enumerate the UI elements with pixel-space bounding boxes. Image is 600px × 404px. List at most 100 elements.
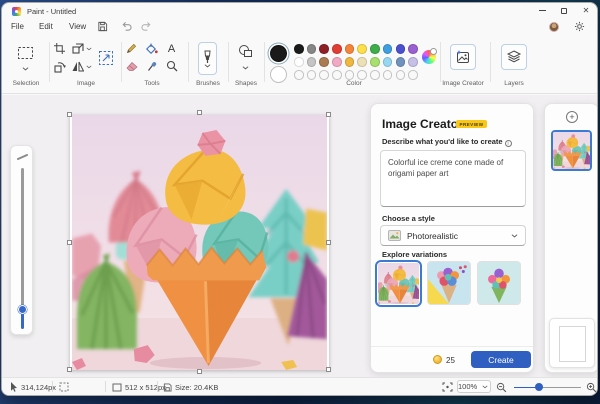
create-button[interactable]: Create [471,351,531,368]
panel-title: Image Creator [382,117,463,131]
text-tool-icon[interactable]: A [166,42,177,54]
empty-color-slot[interactable] [332,70,342,80]
selection-handle-bottom-right[interactable] [326,367,331,372]
variations-label: Explore variations [382,250,447,259]
close-button[interactable]: ✕ [575,3,597,18]
menu-file[interactable]: File [8,21,27,32]
color-swatch[interactable] [408,44,418,54]
maximize-button[interactable] [553,3,575,18]
resize-dropdown-chevron[interactable] [86,47,92,51]
selection-handle-top-right[interactable] [326,112,331,117]
color-swatch[interactable] [332,57,342,67]
eraser-tool-icon[interactable] [126,61,138,71]
layers-button[interactable] [501,44,527,70]
color-swatch[interactable] [345,57,355,67]
empty-color-slot[interactable] [408,70,418,80]
variation-3-image [478,262,520,304]
menu-view[interactable]: View [66,21,89,32]
color-swatch[interactable] [408,57,418,67]
color-swatch[interactable] [294,44,304,54]
variation-thumbnail-2[interactable] [427,261,471,305]
zoom-in-icon[interactable] [586,382,597,393]
edit-colors-wheel-icon[interactable] [422,50,436,64]
color-swatch[interactable] [396,44,406,54]
zoom-level-dropdown[interactable]: 100% [457,380,491,393]
selection-handle-top-center[interactable] [197,110,202,115]
flip-dropdown-chevron[interactable] [86,65,92,69]
selection-handle-mid-left[interactable] [67,240,72,245]
cursor-position-item: 314,124px [10,378,56,396]
size-slider-track[interactable] [21,168,24,311]
style-dropdown-chevron [511,234,518,238]
crop-icon[interactable] [54,43,65,54]
cursor-icon [10,382,18,392]
selection-handle-bottom-center[interactable] [197,369,202,374]
style-dropdown[interactable]: Photorealistic [380,225,526,246]
menubar: File Edit View [2,19,597,34]
undo-icon[interactable] [121,21,132,32]
canvas-image[interactable] [70,115,329,370]
palette-row-1 [294,44,418,54]
background-color-swatch[interactable] [270,66,287,83]
brushes-button[interactable] [198,42,217,75]
zoom-out-icon[interactable] [496,382,507,393]
desktop: Paint - Untitled ✕ File Edit View [0,0,600,404]
empty-color-slot[interactable] [357,70,367,80]
shapes-dropdown-chevron[interactable] [242,66,249,70]
fit-to-window-icon[interactable] [442,382,453,392]
prompt-input[interactable]: Colorful ice creme cone made of origami … [380,150,526,207]
selection-size-icon [59,382,69,392]
color-swatch[interactable] [332,44,342,54]
info-icon[interactable]: i [505,140,512,147]
flip-icon[interactable] [72,61,84,72]
color-swatch[interactable] [357,57,367,67]
selection-handle-mid-right[interactable] [326,240,331,245]
fill-tool-icon[interactable] [146,43,158,54]
color-swatch[interactable] [370,44,380,54]
magnifier-tool-icon[interactable] [166,60,178,72]
shapes-icon[interactable] [238,44,253,58]
zoom-slider-thumb[interactable] [535,383,543,391]
color-swatch[interactable] [307,44,317,54]
rotate-icon[interactable] [54,61,66,73]
add-layer-button[interactable]: + [566,111,578,123]
color-swatch[interactable] [345,44,355,54]
canvas-selection-icon[interactable] [98,50,114,66]
empty-color-slot[interactable] [294,70,304,80]
empty-color-slot[interactable] [370,70,380,80]
color-swatch[interactable] [307,57,317,67]
menu-edit[interactable]: Edit [36,21,56,32]
variation-thumbnail-1[interactable] [375,260,422,307]
selection-dropdown-chevron[interactable] [22,67,29,71]
color-swatch[interactable] [319,57,329,67]
minimize-button[interactable] [531,3,553,18]
layer-thumbnail[interactable] [551,130,592,171]
color-swatch[interactable] [383,44,393,54]
background-layer-card[interactable] [549,318,595,368]
empty-color-slot[interactable] [319,70,329,80]
empty-color-slot[interactable] [307,70,317,80]
settings-gear-icon[interactable] [574,21,585,32]
color-swatch[interactable] [319,44,329,54]
redo-icon[interactable] [141,21,152,32]
color-swatch[interactable] [294,57,304,67]
size-slider-thumb[interactable] [18,305,27,314]
color-swatch[interactable] [383,57,393,67]
empty-color-slot[interactable] [396,70,406,80]
empty-color-slot[interactable] [383,70,393,80]
empty-color-slot[interactable] [345,70,355,80]
pencil-tool-icon[interactable] [126,43,137,54]
eyedropper-tool-icon[interactable] [147,60,158,72]
account-avatar[interactable] [549,22,559,32]
foreground-color-swatch[interactable] [270,45,287,62]
resize-icon[interactable] [72,43,84,54]
color-swatch[interactable] [370,57,380,67]
color-swatch[interactable] [357,44,367,54]
selection-handle-top-left[interactable] [67,112,72,117]
selection-tool-icon[interactable] [17,46,34,60]
variation-thumbnail-3[interactable] [477,261,521,305]
selection-handle-bottom-left[interactable] [67,367,72,372]
image-creator-button[interactable] [450,44,476,70]
color-swatch[interactable] [396,57,406,67]
save-icon[interactable] [97,21,108,32]
